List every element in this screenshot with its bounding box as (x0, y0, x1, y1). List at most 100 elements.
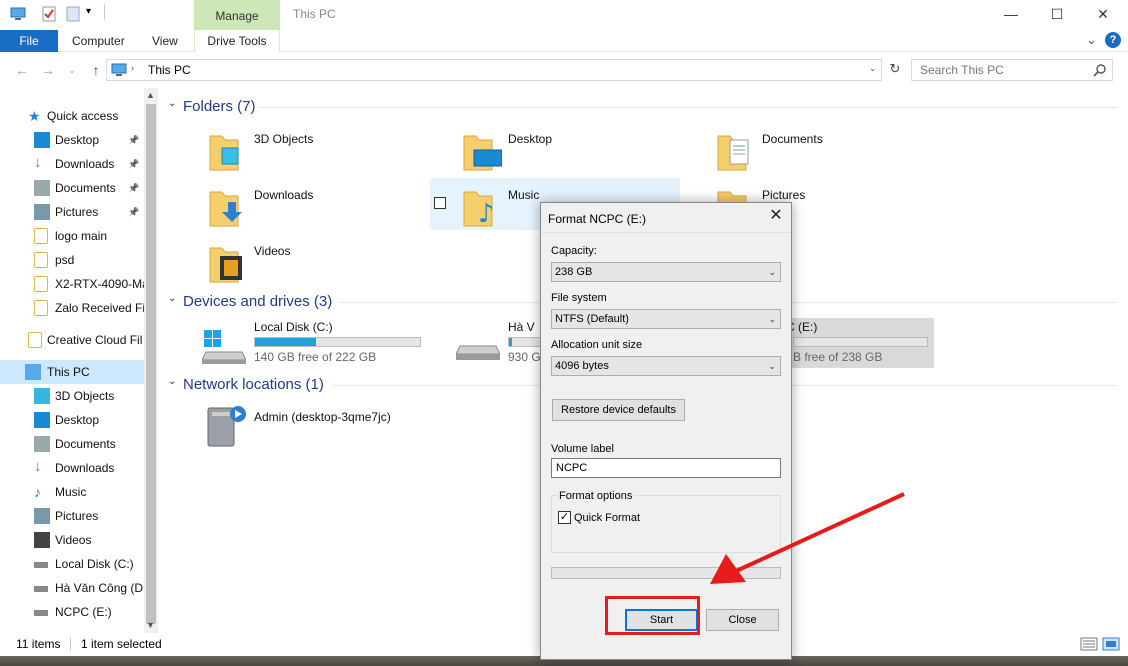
ribbon-collapse-button[interactable]: ⌄ (1086, 32, 1097, 48)
drive-free-space: 140 GB free of 222 GB (254, 350, 377, 364)
close-window-button[interactable]: ✕ (1080, 0, 1126, 28)
chevron-down-icon: ⌄ (768, 314, 776, 324)
collapse-devices-icon[interactable]: ⌄ (168, 293, 176, 304)
selection-count: 1 item selected (81, 637, 162, 651)
pictures-icon (34, 204, 50, 220)
quick-format-label[interactable]: Quick Format (574, 512, 640, 524)
tab-file[interactable]: File (0, 30, 58, 52)
maximize-button[interactable]: ☐ (1034, 0, 1080, 28)
new-folder-icon[interactable] (66, 6, 80, 22)
back-button[interactable]: ← (12, 62, 32, 78)
pin-icon[interactable]: 📌 (128, 200, 139, 224)
sidebar-item-label: Quick access (47, 109, 119, 123)
quick-format-checkbox[interactable]: ✓ (558, 511, 571, 524)
tab-computer[interactable]: Computer (72, 30, 125, 52)
tab-view[interactable]: View (152, 30, 178, 52)
sidebar-item[interactable]: Creative Cloud Fil (0, 328, 144, 352)
address-bar[interactable]: › This PC ⌄ (106, 59, 882, 81)
folder-icon (208, 244, 248, 287)
allocation-value: 4096 bytes (555, 360, 609, 372)
pin-icon[interactable]: 📌 (128, 176, 139, 200)
recent-locations-dropdown[interactable]: ⌄ (62, 62, 82, 78)
search-input[interactable]: Search This PC (911, 59, 1113, 81)
sidebar-item[interactable]: This PC (0, 360, 144, 384)
drive-free-space: 930 G (508, 350, 541, 364)
quick-access-toolbar-dropdown[interactable]: ▾ (86, 6, 91, 17)
volume-label-input[interactable]: NCPC (551, 458, 781, 478)
sidebar-item[interactable]: ♪ Music (0, 480, 144, 504)
file-system-select[interactable]: NTFS (Default) ⌄ (551, 309, 781, 329)
allocation-select[interactable]: 4096 bytes ⌄ (551, 356, 781, 376)
folder-icon (208, 132, 248, 175)
folder-tile-label[interactable]: Pictures (762, 188, 805, 202)
breadcrumb[interactable]: This PC (148, 63, 191, 77)
large-icons-view-icon[interactable] (1102, 637, 1120, 651)
sidebar-item[interactable]: X2-RTX-4090-Ma (0, 272, 144, 296)
drive-icon (456, 345, 500, 360)
sidebar-item[interactable]: Zalo Received Fi (0, 296, 144, 320)
collapse-folders-icon[interactable]: ⌄ (168, 98, 176, 109)
tab-manage[interactable]: Manage (194, 0, 280, 30)
minimize-button[interactable]: — (988, 0, 1034, 28)
devices-header[interactable]: Devices and drives (3) (183, 293, 332, 310)
sidebar-item-label: Desktop (55, 133, 100, 147)
folder-tile-label[interactable]: Documents (762, 132, 823, 146)
sidebar-item[interactable]: Videos (0, 528, 144, 552)
sidebar-item[interactable]: Documents (0, 432, 144, 456)
sidebar-item[interactable]: psd (0, 248, 144, 272)
scroll-up-arrow[interactable]: ▲ (146, 90, 155, 100)
address-dropdown[interactable]: ⌄ (869, 63, 877, 74)
folder-icon (34, 252, 48, 268)
sidebar-item-label: NCPC (E:) (55, 605, 112, 619)
tab-drive-tools[interactable]: Drive Tools (194, 30, 280, 52)
drive-icon (34, 586, 48, 592)
network-header[interactable]: Network locations (1) (183, 376, 324, 393)
sidebar-item-label: logo main (55, 229, 108, 243)
sidebar-item[interactable]: NCPC (E:) (0, 600, 144, 624)
sidebar-item-label: Pictures (55, 205, 99, 219)
sidebar-item[interactable]: Desktop 📌 (0, 128, 144, 152)
help-icon[interactable]: ? (1105, 32, 1121, 48)
sidebar-item[interactable]: 3D Objects (0, 384, 144, 408)
selection-checkbox[interactable] (434, 197, 446, 209)
sidebar-item-label: Videos (55, 533, 92, 547)
properties-icon[interactable] (42, 6, 56, 22)
sidebar-item[interactable]: Documents 📌 (0, 176, 144, 200)
folder-tile-label[interactable]: Desktop (508, 132, 552, 146)
drive-name[interactable]: Local Disk (C:) (254, 320, 333, 334)
sidebar-item[interactable]: ↓ Downloads 📌 (0, 152, 144, 176)
windows-drive-icon (202, 330, 246, 364)
folder-tile-label[interactable]: Music (508, 188, 539, 202)
sidebar-item[interactable]: Local Disk (C:) (0, 552, 144, 576)
scroll-down-arrow[interactable]: ▼ (146, 620, 155, 630)
pin-icon[interactable]: 📌 (128, 152, 139, 176)
folders-header[interactable]: Folders (7) (183, 98, 256, 115)
sidebar-item-label: This PC (47, 365, 90, 379)
details-view-icon[interactable] (1080, 637, 1098, 651)
pin-icon[interactable]: 📌 (128, 128, 139, 152)
forward-button[interactable]: → (38, 62, 58, 78)
folder-tile-label[interactable]: 3D Objects (254, 132, 313, 146)
sidebar-item[interactable]: Hà Văn Công (D: (0, 576, 144, 600)
restore-defaults-button[interactable]: Restore device defaults (552, 399, 685, 421)
sidebar-item[interactable]: ★ Quick access (0, 104, 144, 128)
up-button[interactable]: ↑ (86, 62, 106, 78)
folder-tile-label[interactable]: Downloads (254, 188, 313, 202)
close-button[interactable]: Close (706, 609, 779, 631)
drive-name[interactable]: Hà V (508, 320, 535, 334)
folder-icon (716, 132, 756, 175)
dialog-close-icon[interactable]: ✕ (766, 206, 786, 226)
refresh-icon[interactable]: ↻ (885, 61, 905, 79)
collapse-network-icon[interactable]: ⌄ (168, 376, 176, 387)
sidebar-item[interactable]: Pictures (0, 504, 144, 528)
desktop-icon (34, 132, 50, 148)
sidebar-item[interactable]: ↓ Downloads (0, 456, 144, 480)
folder-tile-label[interactable]: Videos (254, 244, 290, 258)
volume-label-label: Volume label (551, 443, 614, 455)
sidebar-item[interactable]: Desktop (0, 408, 144, 432)
sidebar-item[interactable]: Pictures 📌 (0, 200, 144, 224)
sidebar-item[interactable]: logo main (0, 224, 144, 248)
capacity-select[interactable]: 238 GB ⌄ (551, 262, 781, 282)
sidebar-scroll-thumb[interactable] (146, 104, 156, 624)
network-location[interactable]: Admin (desktop-3qme7jc) (254, 410, 391, 424)
